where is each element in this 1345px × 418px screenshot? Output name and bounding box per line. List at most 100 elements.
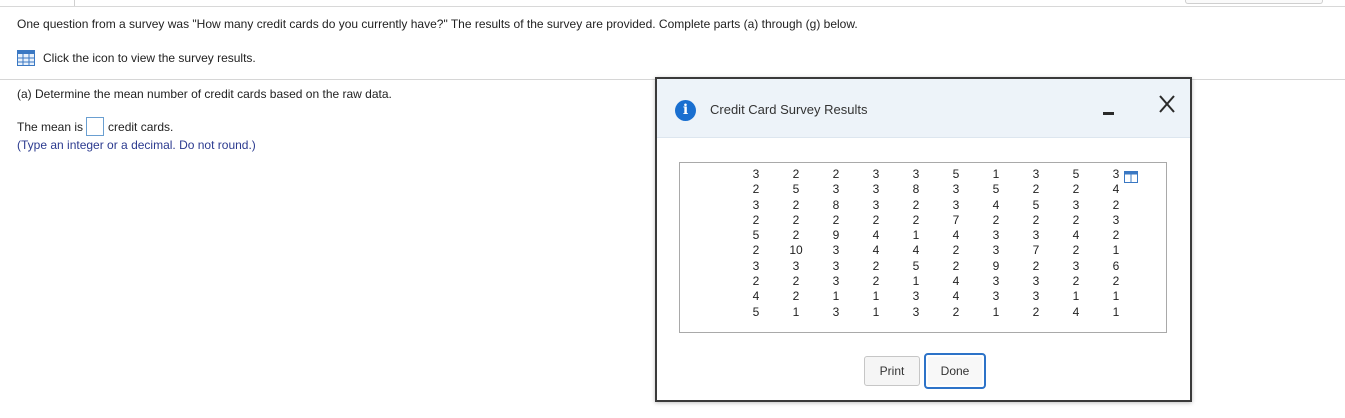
table-cell: 1 (872, 289, 880, 304)
table-cell: 9 (992, 258, 1000, 273)
table-cell: 2 (912, 197, 920, 212)
table-cell: 4 (912, 243, 920, 258)
table-cell: 3 (1032, 274, 1040, 289)
table-cell: 2 (1112, 197, 1120, 212)
table-cell: 3 (1072, 258, 1080, 273)
table-cell: 5 (752, 228, 760, 243)
table-cell: 3 (872, 182, 880, 197)
table-cell: 2 (992, 212, 1000, 227)
survey-data-table: 3223351353253383522432832345322222272223… (736, 167, 1136, 320)
table-cell: 5 (912, 258, 920, 273)
table-cell: 4 (952, 274, 960, 289)
table-cell: 4 (952, 289, 960, 304)
table-cell: 2 (1072, 212, 1080, 227)
table-cell: 3 (832, 274, 840, 289)
table-cell: 2 (792, 197, 800, 212)
grid-icon[interactable] (17, 50, 35, 66)
table-cell: 3 (992, 243, 1000, 258)
answer-suffix: credit cards. (108, 119, 174, 134)
table-cell: 1 (1112, 243, 1120, 258)
table-cell: 5 (992, 182, 1000, 197)
table-cell: 5 (952, 167, 960, 181)
table-cell: 5 (1072, 167, 1080, 181)
mean-answer-line: The mean is credit cards. (17, 117, 173, 136)
table-cell: 4 (1112, 182, 1120, 197)
table-cell: 2 (752, 212, 760, 227)
table-cell: 1 (912, 228, 920, 243)
table-row: 3223351353 (736, 167, 1136, 182)
table-cell: 3 (992, 289, 1000, 304)
done-button[interactable]: Done (924, 353, 986, 389)
table-cell: 1 (992, 304, 1000, 319)
close-icon[interactable] (1156, 93, 1178, 115)
table-cell: 2 (792, 274, 800, 289)
table-cell: 4 (752, 289, 760, 304)
table-cell: 3 (1112, 212, 1120, 227)
table-cell: 2 (1072, 182, 1080, 197)
table-row: 2 10 3 4 4 2 3 7 2 1 (736, 243, 1136, 258)
table-cell: 5 (792, 182, 800, 197)
top-right-tab[interactable] (1185, 0, 1323, 4)
table-cell: 5 (752, 304, 760, 319)
table-cell: 2 (1112, 274, 1120, 289)
table-cell: 3 (912, 304, 920, 319)
print-button[interactable]: Print (864, 356, 920, 386)
table-cell: 4 (1072, 228, 1080, 243)
table-cell: 9 (832, 228, 840, 243)
dialog-title: Credit Card Survey Results (710, 102, 868, 117)
table-cell: 2 (752, 182, 760, 197)
table-cell: 1 (992, 167, 1000, 181)
table-cell: 3 (992, 228, 1000, 243)
table-cell: 3 (992, 274, 1000, 289)
table-cell: 4 (872, 228, 880, 243)
table-cell: 2 (792, 167, 800, 181)
table-cell: 8 (832, 197, 840, 212)
table-cell: 3 (832, 304, 840, 319)
part-a-prompt: (a) Determine the mean number of credit … (17, 87, 392, 101)
table-row: 2 2 3 2 1 4 3 3 2 2 (736, 274, 1136, 289)
survey-results-dialog: i Credit Card Survey Results 32233513532… (655, 77, 1192, 402)
table-cell: 2 (1032, 304, 1040, 319)
table-cell: 2 (1072, 274, 1080, 289)
view-survey-results-link[interactable]: Click the icon to view the survey result… (17, 50, 256, 66)
table-cell: 3 (912, 289, 920, 304)
table-cell: 2 (792, 289, 800, 304)
mean-answer-input[interactable] (86, 117, 105, 136)
table-cell: 2 (952, 304, 960, 319)
table-cell: 3 (832, 243, 840, 258)
table-cell: 5 (1032, 197, 1040, 212)
table-cell: 4 (872, 243, 880, 258)
table-cell: 8 (912, 182, 920, 197)
table-cell: 2 (872, 212, 880, 227)
table-cell: 3 (952, 197, 960, 212)
table-cell: 1 (872, 304, 880, 319)
copy-icon[interactable] (1124, 171, 1138, 183)
view-link-text[interactable]: Click the icon to view the survey result… (43, 51, 256, 65)
table-row: 3 3 3 2 5 2 9 2 3 6 (736, 259, 1136, 274)
table-cell: 2 (1112, 228, 1120, 243)
table-cell: 3 (752, 167, 760, 181)
table-row: 2 5 3 3 8 3 5 2 2 4 (736, 182, 1136, 197)
top-left-divider (74, 0, 75, 6)
table-cell: 3 (832, 182, 840, 197)
table-cell: 2 (752, 274, 760, 289)
table-cell: 1 (912, 274, 920, 289)
table-cell: 2 (792, 212, 800, 227)
table-cell: 2 (792, 228, 800, 243)
dialog-header: i Credit Card Survey Results (657, 79, 1190, 138)
table-cell: 1 (792, 304, 800, 319)
table-cell: 3 (1032, 228, 1040, 243)
table-cell: 1 (1112, 289, 1120, 304)
table-cell: 2 (1032, 258, 1040, 273)
minimize-icon[interactable] (1101, 104, 1117, 120)
table-cell: 3 (872, 197, 880, 212)
table-cell: 2 (1032, 182, 1040, 197)
table-cell: 7 (952, 212, 960, 227)
table-cell: 1 (1072, 289, 1080, 304)
question-text: One question from a survey was "How many… (17, 17, 858, 31)
table-cell: 10 (789, 243, 803, 258)
table-cell: 3 (952, 182, 960, 197)
top-strip (0, 0, 1345, 7)
table-cell: 2 (952, 258, 960, 273)
table-cell: 2 (752, 243, 760, 258)
